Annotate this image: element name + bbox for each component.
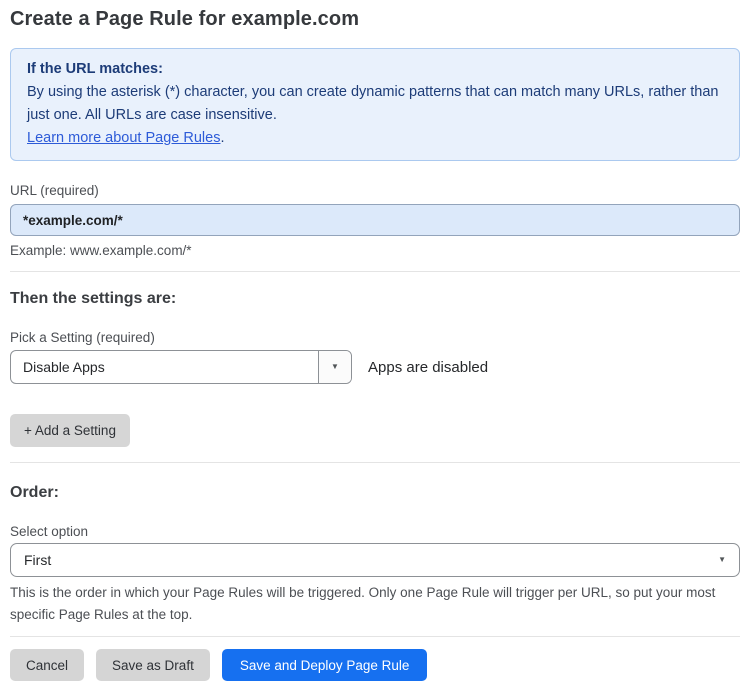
- chevron-down-icon: ▼: [331, 362, 339, 371]
- setting-select[interactable]: Disable Apps ▼: [10, 350, 352, 384]
- pick-setting-label: Pick a Setting (required): [10, 330, 155, 345]
- divider: [10, 271, 740, 272]
- order-help-text: This is the order in which your Page Rul…: [10, 585, 716, 622]
- cancel-button[interactable]: Cancel: [10, 649, 85, 681]
- setting-status-text: Apps are disabled: [368, 358, 489, 376]
- settings-section-heading: Then the settings are:: [10, 290, 177, 307]
- create-page-rule-form: Create a Page Rule for example.com If th…: [0, 0, 750, 693]
- add-setting-button[interactable]: + Add a Setting: [10, 414, 130, 447]
- save-and-deploy-button[interactable]: Save and Deploy Page Rule: [221, 649, 428, 681]
- url-field-label: URL (required): [10, 183, 99, 198]
- url-example-text: Example: www.example.com/*: [10, 243, 192, 258]
- page-title: Create a Page Rule for example.com: [10, 8, 360, 30]
- divider: [10, 462, 740, 463]
- setting-row: Disable Apps ▼ Apps are disabled: [10, 350, 740, 384]
- order-select[interactable]: First ▼: [10, 543, 740, 577]
- learn-more-link[interactable]: Learn more about Page Rules: [27, 130, 220, 146]
- chevron-down-icon: ▼: [718, 555, 726, 564]
- order-select-value: First: [24, 552, 52, 568]
- info-box-link-line: Learn more about Page Rules.: [27, 127, 723, 150]
- divider: [10, 636, 740, 637]
- order-select-label: Select option: [10, 524, 89, 539]
- setting-select-arrow-button[interactable]: ▼: [318, 351, 351, 383]
- order-section-heading: Order:: [10, 484, 59, 501]
- link-suffix: .: [220, 130, 225, 146]
- url-input[interactable]: [10, 204, 740, 236]
- save-as-draft-button[interactable]: Save as Draft: [96, 649, 210, 681]
- setting-select-value: Disable Apps: [23, 359, 105, 375]
- footer-buttons: Cancel Save as Draft Save and Deploy Pag…: [10, 649, 740, 681]
- info-box-heading: If the URL matches:: [27, 61, 163, 77]
- info-box-body: By using the asterisk (*) character, you…: [27, 84, 719, 123]
- url-match-info-box: If the URL matches: By using the asteris…: [10, 48, 740, 161]
